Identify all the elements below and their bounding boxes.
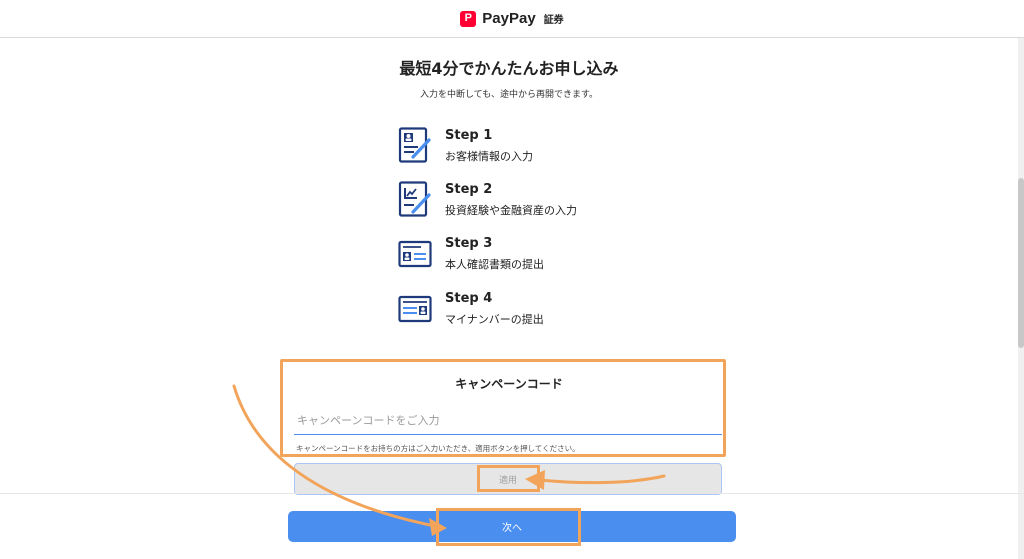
step-1: Step 1 お客様情報の入力 <box>398 127 533 164</box>
step-4: Step 4 マイナンバーの提出 <box>398 290 544 327</box>
next-highlight-box <box>436 508 581 546</box>
brand-name: PayPay <box>482 10 536 27</box>
step-title: Step 4 <box>445 291 493 306</box>
campaign-code-input[interactable] <box>294 407 722 435</box>
id-card-icon <box>398 240 432 268</box>
scrollbar-thumb[interactable] <box>1018 178 1024 348</box>
step-title: Step 3 <box>445 236 493 251</box>
step-title: Step 2 <box>445 182 493 197</box>
footer-divider <box>0 493 1024 494</box>
step-2: Step 2 投資経験や金融資産の入力 <box>398 181 577 218</box>
page-subtitle: 入力を中断しても、途中から再開できます。 <box>419 90 599 100</box>
brand-sub: 証券 <box>543 15 564 26</box>
step-description: マイナンバーの提出 <box>445 313 544 326</box>
page-scrollbar[interactable] <box>1018 38 1024 559</box>
step-3: Step 3 本人確認書類の提出 <box>398 235 544 272</box>
campaign-code-help: キャンペーンコードをお持ちの方はご入力いただき、適用ボタンを押してください。 <box>296 444 580 453</box>
page-title: 最短4分でかんたんお申し込み <box>399 59 619 78</box>
step-description: 本人確認書類の提出 <box>445 258 544 271</box>
step-description: 投資経験や金融資産の入力 <box>445 204 577 217</box>
paypay-logo-icon: P <box>460 10 477 27</box>
step-description: お客様情報の入力 <box>445 150 533 163</box>
step-title: Step 1 <box>445 128 493 143</box>
mynumber-card-icon <box>398 295 432 323</box>
investment-chart-icon <box>398 181 431 217</box>
apply-highlight-box <box>477 465 540 492</box>
paypay-securities-logo: P PayPay 証券 <box>460 10 564 27</box>
app-header: P PayPay 証券 <box>0 0 1024 38</box>
campaign-code-title: キャンペーンコード <box>455 377 563 391</box>
profile-form-icon <box>398 127 431 163</box>
